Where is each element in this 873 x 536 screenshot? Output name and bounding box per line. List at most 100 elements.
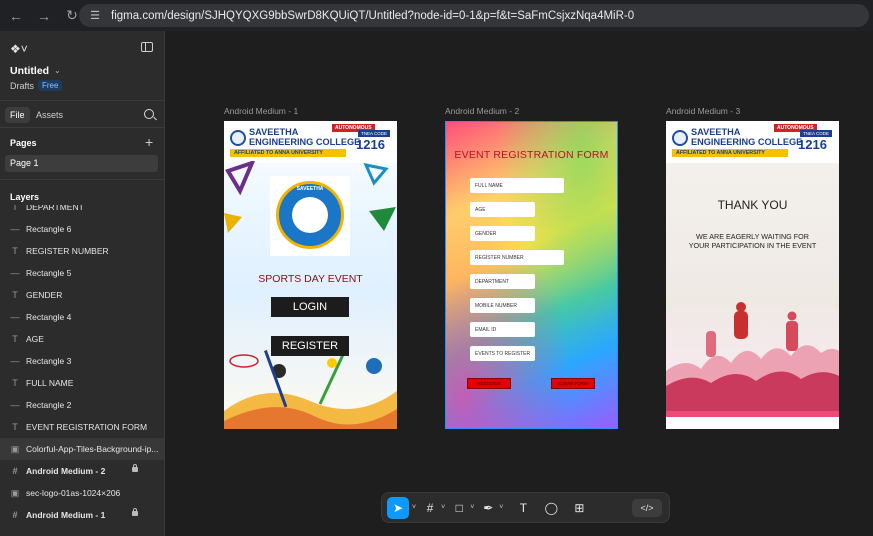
site-info-icon[interactable]: ☰ [87, 8, 103, 24]
add-page-icon[interactable]: + [145, 134, 153, 150]
layers-heading: Layers [10, 192, 40, 202]
layer-item[interactable]: # Android Medium - 1 [0, 504, 164, 526]
layer-item[interactable]: ▣ Colorful-App-Tiles-Background-ip... [0, 438, 164, 460]
emblem-ring: SAVEETHA [276, 181, 344, 249]
layer-label: AGE [26, 334, 44, 344]
text-layer-icon: T [12, 290, 18, 300]
chevron-down-icon[interactable]: ˅ [499, 504, 503, 511]
affiliation-banner: AFFILIATED TO ANNA UNIVERSITY [672, 149, 788, 157]
tnea-label: TNEA CODE [358, 130, 391, 137]
frame-label[interactable]: Android Medium - 2 [445, 106, 519, 116]
layer-item[interactable]: — Rectangle 2 [0, 394, 164, 416]
pen-icon[interactable]: ✒ [480, 497, 496, 519]
pages-heading: Pages [10, 138, 37, 148]
layer-item[interactable]: — Rectangle 5 [0, 262, 164, 284]
frame-layer-icon: # [12, 466, 18, 476]
tnea-code: 1216 [798, 137, 827, 152]
frame-android-medium-1[interactable]: SAVEETHA ENGINEERING COLLEGE AUTONOMOUS … [224, 121, 397, 429]
file-header: ❖˅ Untitled ⌄ Drafts Free [0, 31, 164, 101]
layer-label: Rectangle 4 [26, 312, 72, 322]
form-field-events[interactable]: EVENTS TO REGISTER [470, 346, 535, 361]
url-text[interactable]: figma.com/design/SJHQYQXG9bbSwrD8KQUiQT/… [111, 10, 634, 22]
event-title: SPORTS DAY EVENT [258, 273, 363, 285]
chevron-down-icon[interactable]: ˅ [412, 504, 416, 511]
form-field-full-name[interactable]: FULL NAME [470, 178, 564, 193]
form-field-mobile-number[interactable]: MOBILE NUMBER [470, 298, 535, 313]
form-field-department[interactable]: DEPARTMENT [470, 274, 535, 289]
text-icon[interactable]: T [515, 497, 531, 519]
tnea-label: TNEA CODE [800, 130, 833, 137]
layer-item[interactable]: ▣ sec-logo-01as-1024×206 [0, 482, 164, 504]
layer-item[interactable]: T DEPARTMENT [0, 205, 164, 218]
chevron-down-icon[interactable]: ⌄ [54, 66, 61, 75]
panel-tabs: File Assets [0, 101, 164, 128]
text-layer-icon: T [12, 205, 18, 212]
frame-label[interactable]: Android Medium - 1 [224, 106, 298, 116]
tab-assets[interactable]: Assets [31, 107, 68, 123]
move-icon[interactable]: ➤ [387, 496, 409, 519]
layer-item[interactable]: — Rectangle 6 [0, 218, 164, 240]
layer-item[interactable]: T EVENT REGISTRATION FORM [0, 416, 164, 438]
rectangle-layer-icon: — [10, 356, 20, 366]
sidebar-toggle-icon[interactable] [141, 42, 153, 52]
layer-item[interactable]: T FULL NAME [0, 372, 164, 394]
emblem-text: SAVEETHA [296, 186, 324, 192]
frame-android-medium-3[interactable]: SAVEETHA ENGINEERING COLLEGE AUTONOMOUS … [666, 121, 839, 429]
actions-icon[interactable]: ⊞ [571, 497, 587, 519]
dev-mode-toggle[interactable]: </> [632, 499, 662, 517]
forward-icon[interactable]: → [32, 4, 56, 28]
layer-item[interactable]: T AGE [0, 328, 164, 350]
comment-icon[interactable]: ◯ [543, 497, 559, 519]
pages-section: Pages + Page 1 [0, 128, 164, 180]
login-button[interactable]: LOGIN [271, 297, 349, 317]
tab-file[interactable]: File [5, 107, 30, 123]
form-field-age[interactable]: AGE [470, 202, 535, 217]
frame-label[interactable]: Android Medium - 3 [666, 106, 740, 116]
layer-label: GENDER [26, 290, 63, 300]
frame-icon[interactable]: # [422, 497, 438, 519]
plan-badge: Free [38, 80, 63, 91]
back-icon[interactable]: ← [4, 4, 28, 28]
layer-label: FULL NAME [26, 378, 74, 388]
tnea-code: 1216 [356, 137, 385, 152]
form-field-gender[interactable]: GENDER [470, 226, 535, 241]
layer-item[interactable]: T GENDER [0, 284, 164, 306]
address-bar[interactable]: ☰ figma.com/design/SJHQYQXG9bbSwrD8KQUiQ… [79, 4, 869, 27]
design-canvas[interactable]: Android Medium - 1 Android Medium - 2 An… [165, 31, 873, 536]
form-field-email-id[interactable]: EMAIL ID [470, 322, 535, 337]
drafts-label[interactable]: Drafts [10, 81, 34, 91]
rectangle-icon[interactable]: □ [451, 497, 467, 519]
form-title: EVENT REGISTRATION FORM [454, 149, 609, 161]
layer-label: Rectangle 5 [26, 268, 72, 278]
page-item[interactable]: Page 1 [5, 155, 158, 172]
image-layer-icon: ▣ [10, 487, 20, 498]
lock-icon[interactable] [132, 508, 138, 516]
text-layer-icon: T [12, 246, 18, 256]
frame-android-medium-2[interactable]: EVENT REGISTRATION FORM FULL NAME AGE GE… [445, 121, 618, 429]
layer-item[interactable]: # Android Medium - 2 [0, 460, 164, 482]
lock-icon[interactable] [132, 464, 138, 472]
file-title[interactable]: Untitled [10, 65, 49, 77]
layer-item[interactable]: — Rectangle 3 [0, 350, 164, 372]
form-field-register-number[interactable]: REGISTER NUMBER [470, 250, 564, 265]
form-register-button[interactable]: REGISTER [467, 378, 511, 389]
bottom-toolbar: ➤ ˅ # ˅ □ ˅ ✒ ˅ T ◯ ⊞ </> [381, 492, 670, 523]
thank-you-heading: THANK YOU [717, 198, 788, 212]
layers-list: T DEPARTMENT — Rectangle 6 T REGISTER NUMBER —… [0, 205, 164, 527]
frame-layer-icon: # [12, 510, 18, 520]
layer-item[interactable]: T REGISTER NUMBER [0, 240, 164, 262]
layer-label: Colorful-App-Tiles-Background-ip... [26, 444, 159, 454]
chevron-down-icon[interactable]: ˅ [470, 504, 474, 511]
crowd-illustration [666, 302, 839, 429]
text-layer-icon: T [12, 422, 18, 432]
waiting-message: WE ARE EAGERLY WAITING FOR YOUR PARTICIP… [666, 232, 839, 250]
search-icon[interactable] [144, 109, 154, 119]
layer-item[interactable]: — Rectangle 4 [0, 306, 164, 328]
register-button[interactable]: REGISTER [271, 336, 349, 356]
layer-label: Android Medium - 1 [26, 510, 106, 520]
college-emblem: SAVEETHA [270, 176, 350, 256]
form-clear-button[interactable]: CLEAR FORM [551, 378, 595, 389]
chevron-down-icon[interactable]: ˅ [441, 504, 445, 511]
rectangle-layer-icon: — [10, 400, 20, 410]
figma-menu-icon[interactable]: ❖˅ [10, 42, 28, 56]
